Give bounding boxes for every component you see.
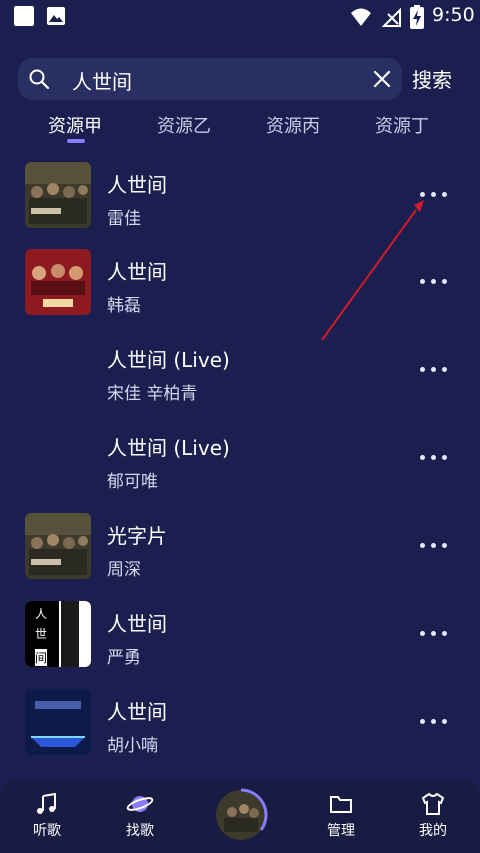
mini-player-button[interactable] — [214, 788, 268, 842]
nav-listen[interactable]: 听歌 — [12, 792, 82, 840]
tshirt-icon — [421, 792, 445, 815]
more-options-icon[interactable] — [420, 543, 450, 555]
more-options-icon[interactable] — [420, 192, 450, 204]
song-artist: 郁可唯 — [107, 472, 158, 492]
list-item[interactable]: 人世间 胡小喃 — [0, 689, 480, 777]
list-item[interactable]: 人世间 韩磊 — [0, 249, 480, 337]
song-artist: 严勇 — [107, 648, 141, 668]
battery-charging-icon — [410, 5, 424, 29]
search-bar[interactable]: 人世间 — [18, 58, 402, 100]
tab-source-a[interactable]: 资源甲 — [48, 112, 102, 138]
list-item[interactable]: 人 世 间 人世间 严勇 — [0, 601, 480, 689]
song-title: 光字片 — [107, 524, 167, 548]
tab-source-d[interactable]: 资源丁 — [375, 112, 429, 138]
song-title: 人世间 (Live) — [107, 436, 230, 460]
cover-text: 间 — [35, 649, 48, 666]
search-button[interactable]: 搜索 — [412, 64, 452, 93]
nav-label: 找歌 — [126, 823, 154, 839]
song-title: 人世间 — [107, 260, 167, 284]
song-artist: 宋佳 辛柏青 — [107, 384, 198, 404]
nav-find[interactable]: 找歌 — [105, 792, 175, 840]
nav-label: 听歌 — [33, 823, 61, 839]
song-title: 人世间 — [107, 612, 167, 636]
clock: 9:50 — [432, 4, 475, 26]
folder-icon — [330, 796, 352, 813]
list-item[interactable]: 人世间 (Live) 郁可唯 — [0, 425, 480, 513]
list-item[interactable]: 光字片 周深 — [0, 513, 480, 601]
more-options-icon[interactable] — [420, 455, 450, 467]
cover-text: 世 — [35, 627, 48, 641]
tab-indicator — [67, 139, 85, 143]
nav-label: 管理 — [327, 823, 355, 839]
list-item[interactable]: 人世间 雷佳 — [0, 162, 480, 250]
planet-icon — [126, 796, 154, 812]
tab-source-c[interactable]: 资源丙 — [266, 112, 320, 138]
more-options-icon[interactable] — [420, 367, 450, 379]
wifi-icon — [351, 8, 371, 26]
app-square-icon — [14, 6, 34, 26]
nav-mine[interactable]: 我的 — [398, 792, 468, 840]
song-artist: 胡小喃 — [107, 736, 158, 756]
search-input[interactable]: 人世间 — [72, 66, 132, 95]
music-note-icon — [37, 792, 56, 814]
cover-text: 人 — [35, 607, 48, 621]
nav-label: 我的 — [419, 823, 447, 839]
tab-source-b[interactable]: 资源乙 — [157, 112, 211, 138]
album-cover: 人 世 间 — [25, 601, 91, 667]
song-artist: 周深 — [107, 560, 141, 580]
song-artist: 韩磊 — [107, 296, 141, 316]
album-cover — [25, 513, 91, 579]
song-title: 人世间 — [107, 173, 167, 197]
close-icon[interactable] — [370, 67, 394, 91]
song-title: 人世间 — [107, 700, 167, 724]
nav-manage[interactable]: 管理 — [306, 792, 376, 840]
search-icon — [29, 69, 50, 90]
more-options-icon[interactable] — [420, 631, 450, 643]
more-options-icon[interactable] — [420, 719, 450, 731]
image-icon — [47, 7, 65, 25]
album-cover — [25, 689, 91, 755]
status-bar: 9:50 — [0, 0, 480, 34]
more-options-icon[interactable] — [420, 279, 450, 291]
album-cover — [25, 162, 91, 228]
song-title: 人世间 (Live) — [107, 348, 230, 372]
song-artist: 雷佳 — [107, 209, 141, 229]
list-item[interactable]: 人世间 (Live) 宋佳 辛柏青 — [0, 337, 480, 425]
album-cover — [25, 249, 91, 315]
no-signal-icon — [382, 7, 401, 27]
